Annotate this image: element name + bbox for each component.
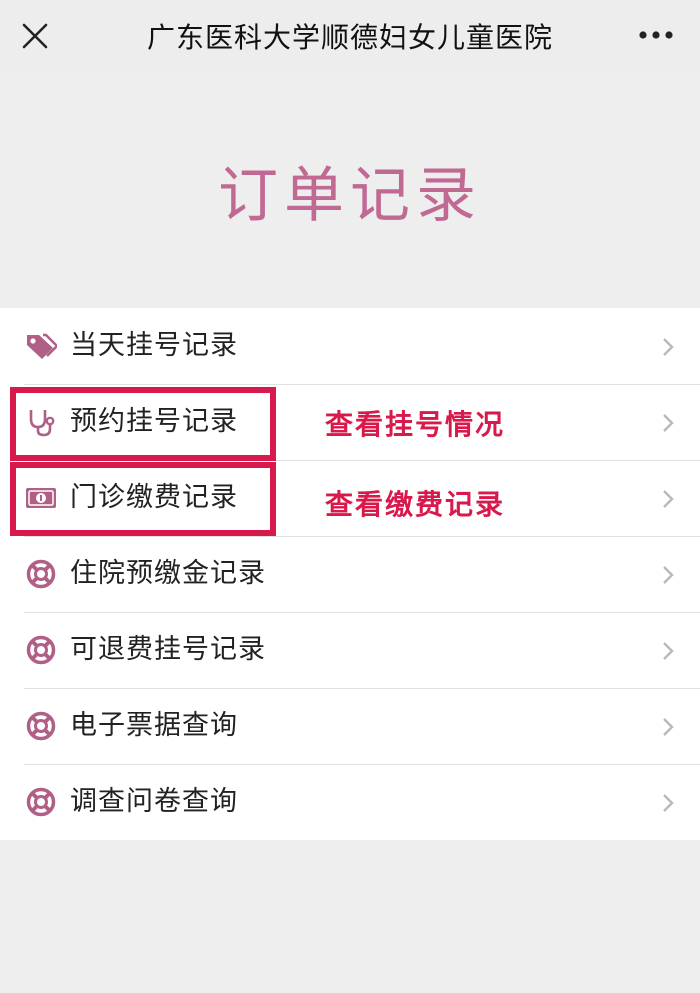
menu-item-label: 调查问卷查询 <box>70 786 238 817</box>
tag-icon <box>24 330 58 362</box>
menu-item-label: 预约挂号记录 <box>70 406 238 437</box>
menu-item-survey-query[interactable]: 调查问卷查询 <box>0 764 700 840</box>
record-menu: 当天挂号记录 预约挂号记录 门诊缴费记录 住院预缴金记录 可退费挂号记录 电子票… <box>0 308 700 840</box>
chevron-right-icon <box>663 414 674 432</box>
page-heading-area: 订单记录 <box>0 72 700 308</box>
chevron-right-icon <box>663 642 674 660</box>
chevron-right-icon <box>663 718 674 736</box>
more-dots-icon <box>639 31 673 39</box>
lifebuoy-icon <box>24 786 58 818</box>
annotation-view-payment: 查看缴费记录 <box>325 488 506 521</box>
menu-item-label: 可退费挂号记录 <box>70 634 266 665</box>
close-button[interactable] <box>16 17 54 55</box>
menu-item-label: 门诊缴费记录 <box>70 482 238 513</box>
close-icon <box>22 23 48 49</box>
title-bar: 广东医科大学顺德妇女儿童医院 <box>0 0 700 72</box>
menu-item-label: 电子票据查询 <box>70 710 238 741</box>
menu-item-label: 当天挂号记录 <box>70 330 238 361</box>
menu-item-today-registration[interactable]: 当天挂号记录 <box>0 308 700 384</box>
lifebuoy-icon <box>24 558 58 590</box>
menu-item-label: 住院预缴金记录 <box>70 558 266 589</box>
menu-item-inpatient-deposit[interactable]: 住院预缴金记录 <box>0 536 700 612</box>
chevron-right-icon <box>663 490 674 508</box>
lifebuoy-icon <box>24 634 58 666</box>
annotation-view-registration: 查看挂号情况 <box>325 408 506 441</box>
chevron-right-icon <box>663 338 674 356</box>
money-icon <box>24 482 58 514</box>
window-title: 广东医科大学顺德妇女儿童医院 <box>146 21 553 54</box>
chevron-right-icon <box>663 794 674 812</box>
menu-item-refundable-registration[interactable]: 可退费挂号记录 <box>0 612 700 688</box>
menu-item-electronic-invoice[interactable]: 电子票据查询 <box>0 688 700 764</box>
chevron-right-icon <box>663 566 674 584</box>
page-title: 订单记录 <box>218 160 482 231</box>
stethoscope-icon <box>24 406 58 438</box>
lifebuoy-icon <box>24 710 58 742</box>
more-button[interactable] <box>634 20 678 50</box>
